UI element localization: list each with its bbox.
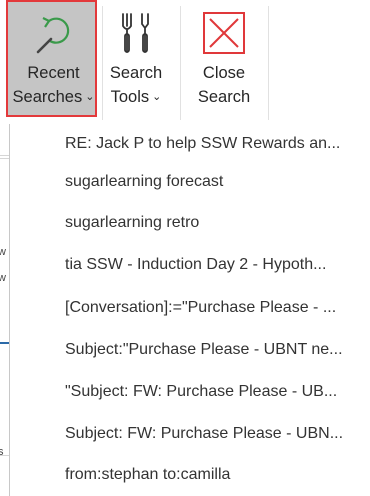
close-search-label: Close <box>202 64 246 82</box>
search-ribbon: Recent Searches ⌄ Search Tools ⌄ Close Sea… <box>0 0 370 124</box>
divider <box>0 155 9 156</box>
search-tools-icon <box>113 8 159 56</box>
background-text: w <box>0 272 6 284</box>
recent-search-item[interactable]: from:stephan to:camilla <box>10 455 370 495</box>
recent-search-item[interactable]: sugarlearning forecast <box>10 162 370 202</box>
ribbon-separator <box>180 6 181 120</box>
recent-searches-icon <box>31 8 77 56</box>
recent-searches-label-line2: Searches ⌄ <box>12 88 95 106</box>
background-text: w <box>0 246 6 258</box>
search-tools-label: Search <box>109 64 163 82</box>
background-text: s <box>0 446 4 458</box>
recent-searches-label: Recent <box>27 64 80 82</box>
recent-search-item[interactable]: Subject: FW: Purchase Please - UBN... <box>10 414 370 454</box>
divider <box>0 455 9 456</box>
accent-divider <box>0 342 9 344</box>
close-search-label-line2: Search <box>197 88 251 106</box>
ribbon-separator <box>268 6 269 120</box>
close-search-button[interactable]: Close Search <box>186 0 262 124</box>
recent-search-item[interactable]: "Subject: FW: Purchase Please - UB... <box>10 372 370 412</box>
recent-search-item[interactable]: Subject:"Purchase Please - UBNT ne... <box>10 330 370 370</box>
recent-searches-menu: RE: Jack P to help SSW Rewards an... sug… <box>9 124 370 496</box>
recent-search-item[interactable]: tia SSW - Induction Day 2 - Hypoth... <box>10 245 370 285</box>
close-search-icon <box>201 8 247 56</box>
recent-search-item[interactable]: RE: Jack P to help SSW Rewards an... <box>10 124 370 164</box>
divider <box>0 158 9 159</box>
search-tools-label-line2: Tools ⌄ <box>110 88 162 106</box>
recent-searches-button[interactable]: Recent Searches ⌄ <box>6 0 101 124</box>
ribbon-separator <box>102 6 103 120</box>
recent-search-item[interactable]: [Conversation]:="Purchase Please - ... <box>10 288 370 328</box>
chevron-down-icon: ⌄ <box>152 91 162 103</box>
recent-search-item[interactable]: sugarlearning retro <box>10 203 370 243</box>
search-tools-button[interactable]: Search Tools ⌄ <box>104 0 168 124</box>
chevron-down-icon: ⌄ <box>85 91 95 103</box>
